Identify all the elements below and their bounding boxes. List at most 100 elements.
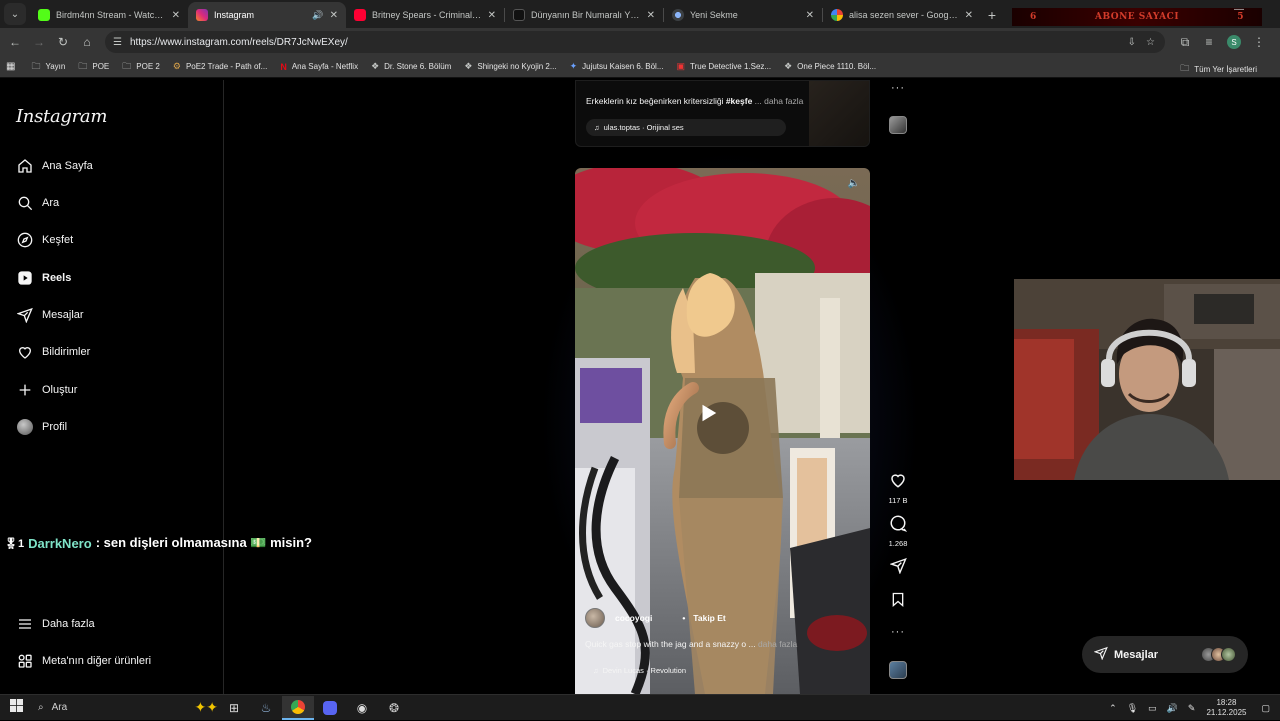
follow-button[interactable]: Takip Et [693, 613, 725, 623]
close-icon[interactable]: ✕ [965, 10, 973, 21]
reel-caption[interactable]: Quick gas stop with the jag and a snazzy… [585, 639, 797, 649]
author-avatar[interactable] [585, 608, 605, 628]
reel-more-icon[interactable]: ··· [891, 626, 905, 638]
close-icon[interactable]: ✕ [806, 10, 814, 21]
discord-icon[interactable] [314, 696, 346, 720]
network-icon[interactable]: ▭ [1148, 703, 1157, 714]
taskbar-search[interactable]: ⌕ Ara ✦✦ [32, 697, 218, 719]
tab-search-button[interactable]: ⌄ [4, 3, 26, 25]
caption-more-link[interactable]: ... daha fazla [752, 96, 804, 106]
previous-reel-more-icon[interactable]: ··· [891, 82, 905, 94]
nav-reels[interactable]: Reels [16, 269, 71, 287]
minimize-icon[interactable]: — [1234, 4, 1244, 15]
home-icon[interactable]: ⌂ [75, 35, 99, 49]
nav-explore[interactable]: Keşfet [16, 231, 73, 249]
forward-arrow-icon[interactable]: → [27, 35, 51, 49]
start-button[interactable] [0, 698, 32, 717]
volume-icon[interactable]: 🔈 [848, 178, 860, 189]
bookmark-jujutsu[interactable]: ✦ Jujutsu Kaisen 6. Böl... [570, 61, 664, 72]
notification-icon[interactable]: ▢ [1261, 703, 1270, 714]
save-button[interactable] [884, 591, 912, 613]
send-icon [1093, 646, 1108, 663]
bookmark-label: Yayın [45, 62, 66, 71]
bookmark-dr-stone[interactable]: ❖ Dr. Stone 6. Bölüm [371, 61, 451, 72]
app-icon[interactable]: ❂ [378, 696, 410, 720]
play-button[interactable] [697, 402, 749, 454]
previous-reel-card[interactable]: Erkeklerin kız beğenirken kritersizliği … [575, 80, 870, 147]
close-icon[interactable]: ✕ [488, 10, 496, 21]
tab-yeni-sekme[interactable]: Yeni Sekme ✕ [664, 2, 822, 28]
install-app-icon[interactable]: ⇩ [1128, 37, 1136, 48]
search-icon: ⌕ [38, 702, 44, 713]
pen-icon[interactable]: ✎ [1188, 703, 1196, 714]
task-view-icon[interactable]: ⊞ [218, 696, 250, 720]
clock-date: 21.12.2025 [1206, 708, 1247, 717]
author-username[interactable]: cocoyogi [615, 613, 652, 623]
nav-meta-products[interactable]: Meta'nın diğer ürünleri [16, 652, 151, 670]
speaker-icon[interactable]: 🔊 [312, 10, 323, 21]
instagram-sidebar: Instagram Ana Sayfa Ara Keşfet Reels Mes… [0, 80, 224, 694]
apps-grid-icon[interactable]: ▦ [6, 61, 15, 72]
nav-create[interactable]: Oluştur [16, 381, 77, 399]
bookmark-poe[interactable]: 🗀 POE [78, 59, 109, 75]
nav-search[interactable]: Ara [16, 194, 59, 212]
instagram-logo[interactable]: Instagram [16, 106, 107, 127]
reel-video[interactable]: 🔈 cocoyogi • Takip Et Quick gas stop wit… [575, 168, 870, 694]
bookmark-poe2-trade[interactable]: ⚙ PoE2 Trade - Path of... [173, 61, 267, 72]
new-tab-button[interactable]: + [981, 7, 1003, 23]
site-settings-icon[interactable]: ☰ [113, 37, 122, 48]
volume-icon[interactable]: 🔊 [1167, 703, 1178, 714]
menu-kebab-icon[interactable]: ⋮ [1247, 35, 1271, 49]
nav-more[interactable]: Daha fazla [16, 615, 95, 633]
reel-audio[interactable]: ♫ Devin Lucas · Revolution [585, 662, 694, 679]
all-bookmarks[interactable]: 🗀 Tüm Yer İşaretleri [1180, 61, 1257, 77]
previous-reel-caption[interactable]: Erkeklerin kız beğenirken kritersizliği … [586, 96, 803, 106]
tab-title: alisa sezen sever - Google'da A [849, 10, 959, 20]
previous-reel-audio[interactable]: ♫ ulas.toptas · Orijinal ses [586, 119, 786, 136]
messages-pill-label: Mesajlar [1114, 648, 1159, 661]
bookmark-star-icon[interactable]: ☆ [1146, 37, 1155, 48]
site-icon: ❖ [464, 61, 473, 71]
like-button[interactable]: 117 B [884, 471, 912, 505]
profile-avatar[interactable]: S [1227, 35, 1241, 49]
comment-button[interactable]: 1.268 [884, 514, 912, 548]
nav-messages[interactable]: Mesajlar [16, 306, 84, 324]
caption-more-link[interactable]: daha fazla [756, 639, 797, 649]
nav-notifications[interactable]: Bildirimler [16, 343, 90, 361]
tab-dunyanin[interactable]: Dünyanın Bir Numaralı Yıldızıyı ✕ [505, 2, 663, 28]
chevron-up-icon[interactable]: ⌃ [1109, 703, 1117, 714]
messages-pill-button[interactable]: Mesajlar [1082, 636, 1248, 673]
nav-profile[interactable]: Profil [16, 418, 67, 436]
tab-google[interactable]: alisa sezen sever - Google'da A ✕ [823, 2, 981, 28]
close-icon[interactable]: ✕ [647, 10, 655, 21]
close-icon[interactable]: ✕ [330, 10, 338, 21]
bookmark-one-piece[interactable]: ❖ One Piece 1110. Böl... [784, 61, 876, 72]
close-icon[interactable]: ✕ [172, 10, 180, 21]
address-bar[interactable]: ☰ https://www.instagram.com/reels/DR7JcN… [105, 31, 1165, 53]
tab-birdm4nn[interactable]: Birdm4nn Stream - Watch Live ✕ [30, 2, 188, 28]
obs-icon[interactable]: ◉ [346, 696, 378, 720]
back-arrow-icon[interactable]: ← [3, 35, 27, 49]
bookmark-netflix[interactable]: N Ana Sayfa - Netflix [280, 62, 358, 72]
chrome-icon[interactable] [282, 695, 314, 720]
bookmark-yayin[interactable]: 🗀 Yayın [31, 59, 65, 75]
share-button[interactable] [884, 557, 912, 579]
tab-britney[interactable]: Britney Spears - Criminal (Offic ✕ [346, 2, 504, 28]
media-controls-icon[interactable]: ≡ [1197, 35, 1221, 49]
nav-home[interactable]: Ana Sayfa [16, 157, 93, 175]
bookmark-true-detective[interactable]: ▣ True Detective 1.Sez... [677, 61, 772, 72]
reel-audio-thumb[interactable] [889, 661, 907, 679]
reel-author[interactable]: cocoyogi • Takip Et [585, 608, 726, 628]
caption-hashtag[interactable]: #keşfe [726, 96, 752, 106]
heart-icon [889, 474, 907, 493]
abone-counter-label: ABONE SAYACI [1094, 12, 1180, 22]
steam-icon[interactable]: ♨ [250, 696, 282, 720]
previous-reel-audio-thumb[interactable] [889, 116, 907, 134]
taskbar-clock[interactable]: 18:28 21.12.2025 [1206, 698, 1246, 718]
extensions-icon[interactable]: ⧉ [1173, 35, 1197, 50]
microphone-icon[interactable]: 🎙 [1127, 703, 1138, 714]
bookmark-poe2[interactable]: 🗀 POE 2 [122, 59, 160, 75]
tab-instagram[interactable]: Instagram 🔊 ✕ [188, 2, 346, 28]
reload-icon[interactable]: ↻ [51, 35, 75, 49]
bookmark-shingeki[interactable]: ❖ Shingeki no Kyojin 2... [464, 61, 556, 72]
